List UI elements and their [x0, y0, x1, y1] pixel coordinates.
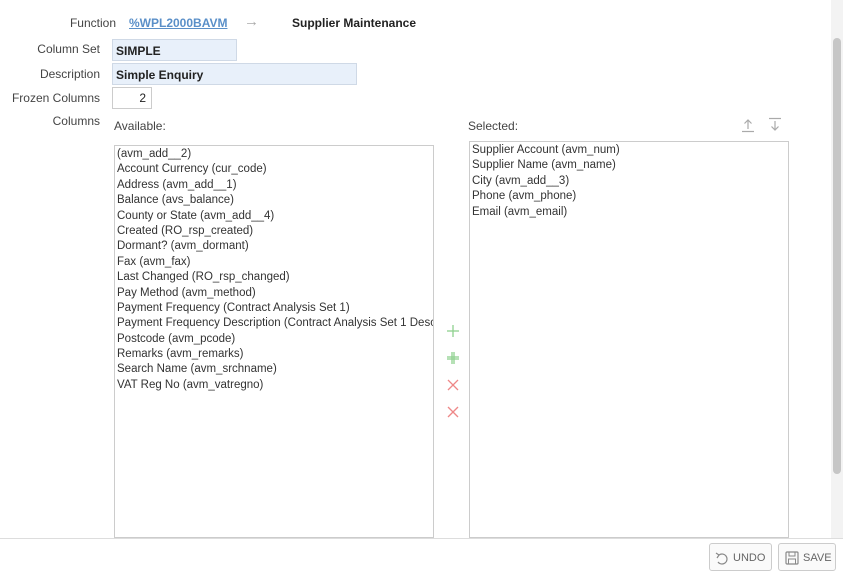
available-list-item[interactable]: Payment Frequency (Contract Analysis Set… [117, 301, 433, 316]
undo-icon [715, 552, 728, 565]
available-list-item[interactable]: Payment Frequency Description (Contract … [117, 316, 433, 331]
move-to-bottom-icon[interactable] [767, 117, 783, 133]
page-title: Supplier Maintenance [292, 16, 417, 30]
description-field[interactable]: Simple Enquiry [112, 63, 357, 85]
column-set-field[interactable]: SIMPLE [112, 39, 237, 61]
save-label: SAVE [803, 552, 832, 564]
available-list-item[interactable]: Created (RO_rsp_created) [117, 224, 433, 239]
page-scrollbar-thumb[interactable] [833, 38, 841, 474]
available-columns-list[interactable]: (avm_add__2) Account Currency (cur_code) A… [114, 145, 434, 538]
available-list-item[interactable]: Pay Method (avm_method) [117, 286, 433, 301]
plus-all-icon[interactable] [445, 350, 461, 366]
save-icon [785, 551, 799, 565]
available-list-item[interactable]: Postcode (avm_pcode) [117, 332, 433, 347]
cross-icon[interactable] [445, 377, 461, 393]
available-list-item[interactable]: Account Currency (cur_code) [117, 162, 433, 177]
move-to-top-icon[interactable] [740, 117, 756, 133]
available-list-item[interactable]: Remarks (avm_remarks) [117, 347, 433, 362]
frozen-columns-label: Frozen Columns [11, 91, 100, 105]
available-list-item[interactable]: Address (avm_add__1) [117, 178, 433, 193]
available-list-item[interactable]: Fax (avm_fax) [117, 255, 433, 270]
undo-button[interactable]: UNDO [709, 543, 772, 571]
available-list-item[interactable]: VAT Reg No (avm_vatregno) [117, 378, 433, 393]
function-code-link[interactable]: %WPL2000BAVM [129, 16, 227, 30]
available-list-item[interactable]: County or State (avm_add__4) [117, 209, 433, 224]
selected-list-item[interactable]: Email (avm_email) [472, 205, 788, 220]
column-set-label: Column Set [37, 42, 100, 56]
selected-list-item[interactable]: City (avm_add__3) [472, 174, 788, 189]
selected-list-item[interactable]: Phone (avm_phone) [472, 189, 788, 204]
columns-label: Columns [52, 114, 100, 128]
frozen-columns-stepper[interactable]: 2 [112, 87, 152, 109]
save-button[interactable]: SAVE [778, 543, 836, 571]
arrow-right-icon: → [244, 13, 259, 30]
selected-columns-list[interactable]: Supplier Account (avm_num) Supplier Name … [469, 141, 789, 538]
available-list-item[interactable]: Last Changed (RO_rsp_changed) [117, 270, 433, 285]
selected-caption: Selected: [468, 119, 519, 133]
plus-icon[interactable] [445, 323, 461, 339]
selected-list-item[interactable]: Supplier Account (avm_num) [472, 143, 788, 158]
available-caption: Available: [114, 119, 166, 133]
available-list-item[interactable]: Balance (avs_balance) [117, 193, 433, 208]
available-list-item[interactable]: (avm_add__2) [117, 147, 433, 162]
function-label: Function [69, 16, 116, 30]
selected-list-item[interactable]: Supplier Name (avm_name) [472, 158, 788, 173]
undo-label: UNDO [733, 552, 766, 564]
available-list-item[interactable]: Dormant? (avm_dormant) [117, 239, 433, 254]
description-label: Description [39, 67, 100, 81]
cross-all-icon[interactable] [445, 404, 461, 420]
available-list-item[interactable]: Search Name (avm_srchname) [117, 362, 433, 377]
